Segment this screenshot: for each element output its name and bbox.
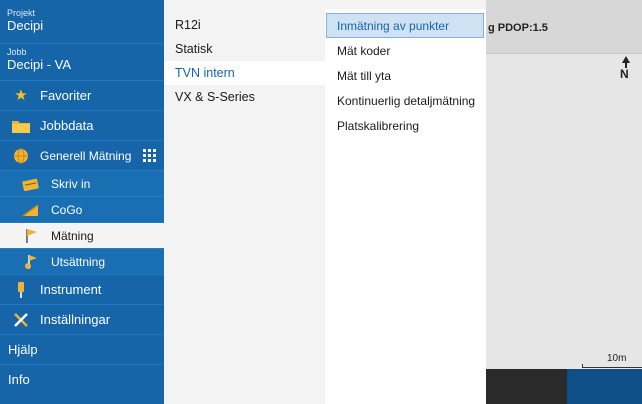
- sidebar-item-label: Inställningar: [40, 312, 111, 327]
- globe-icon: [12, 147, 30, 165]
- sidebar-item-favorites[interactable]: ★ Favoriter: [0, 80, 164, 110]
- sidebar-item-key-in[interactable]: Skriv in: [0, 170, 164, 196]
- tools-icon: [12, 311, 30, 329]
- job-info[interactable]: Jobb Decipi - VA: [0, 44, 164, 80]
- menu-item-measure-codes[interactable]: Mät koder: [325, 38, 486, 63]
- menu-item-site-calibration[interactable]: Platskalibrering: [325, 113, 486, 138]
- sidebar: Projekt Decipi Jobb Decipi - VA ★ Favori…: [0, 0, 164, 404]
- pdop-status: g PDOP:1.5: [488, 22, 548, 34]
- menu-item-measure-to-surface[interactable]: Mät till yta: [325, 63, 486, 88]
- sidebar-item-label: Favoriter: [40, 88, 92, 103]
- menu-item-tvn-intern[interactable]: TVN intern: [164, 61, 325, 85]
- instrument-icon: [12, 281, 30, 299]
- sidebar-item-label: Hjälp: [8, 342, 38, 357]
- menu-top-strip: [164, 0, 486, 9]
- map-status-bar: g PDOP:1.5: [486, 0, 642, 54]
- sidebar-item-label: CoGo: [51, 202, 83, 217]
- star-icon: ★: [14, 87, 28, 104]
- menu-item-vx-s-series[interactable]: VX & S-Series: [164, 85, 325, 109]
- grid-menu-icon[interactable]: [143, 149, 157, 162]
- folder-icon: [12, 117, 30, 135]
- project-name: Decipi: [7, 18, 44, 33]
- map-bottom-button[interactable]: [567, 369, 642, 404]
- sidebar-item-cogo[interactable]: CoGo: [0, 196, 164, 222]
- measure-flag-icon: [22, 228, 39, 243]
- sidebar-item-label: Jobbdata: [40, 118, 94, 133]
- app-window: g PDOP:1.5 N 10m Projekt Decipi Jobb Dec…: [0, 0, 642, 404]
- measure-options-menu: Inmätning av punkter Mät koder Mät till …: [325, 9, 486, 404]
- menu-item-statisk[interactable]: Statisk: [164, 37, 325, 61]
- map-view[interactable]: g PDOP:1.5 N 10m: [486, 0, 642, 404]
- measure-submenu: Skriv in CoGo Mätning Utsättning: [0, 170, 164, 274]
- sidebar-item-label: Utsättning: [51, 254, 106, 269]
- sidebar-item-label: Generell Mätning: [40, 148, 132, 163]
- scale-label: 10m: [607, 353, 627, 364]
- menu-item-continuous-topo[interactable]: Kontinuerlig detaljmätning: [325, 88, 486, 113]
- scale-bar: [582, 364, 642, 368]
- job-label: Jobb: [7, 47, 27, 57]
- sidebar-item-label: Info: [8, 372, 30, 387]
- sidebar-item-measure[interactable]: Mätning: [0, 222, 164, 248]
- sidebar-item-jobdata[interactable]: Jobbdata: [0, 110, 164, 140]
- project-info[interactable]: Projekt Decipi: [0, 0, 164, 44]
- sidebar-item-help[interactable]: Hjälp: [0, 334, 164, 364]
- sidebar-item-instrument[interactable]: Instrument: [0, 274, 164, 304]
- stakeout-icon: [22, 254, 39, 269]
- cogo-icon: [22, 202, 39, 217]
- sidebar-item-settings[interactable]: Inställningar: [0, 304, 164, 334]
- sidebar-item-measure-general[interactable]: Generell Mätning: [0, 140, 164, 170]
- sidebar-item-stakeout[interactable]: Utsättning: [0, 248, 164, 274]
- menu-item-r12i[interactable]: R12i: [164, 13, 325, 37]
- menu-item-measure-points[interactable]: Inmätning av punkter: [326, 13, 484, 38]
- project-label: Projekt: [7, 8, 36, 18]
- sidebar-item-info[interactable]: Info: [0, 364, 164, 394]
- north-arrow-icon: N: [618, 56, 636, 84]
- sidebar-item-label: Instrument: [40, 282, 102, 297]
- sidebar-item-label: Mätning: [51, 228, 94, 243]
- key-in-icon: [22, 176, 39, 191]
- sidebar-item-label: Skriv in: [51, 176, 91, 191]
- receiver-menu: R12i Statisk TVN intern VX & S-Series: [164, 9, 325, 404]
- job-name: Decipi - VA: [7, 57, 72, 72]
